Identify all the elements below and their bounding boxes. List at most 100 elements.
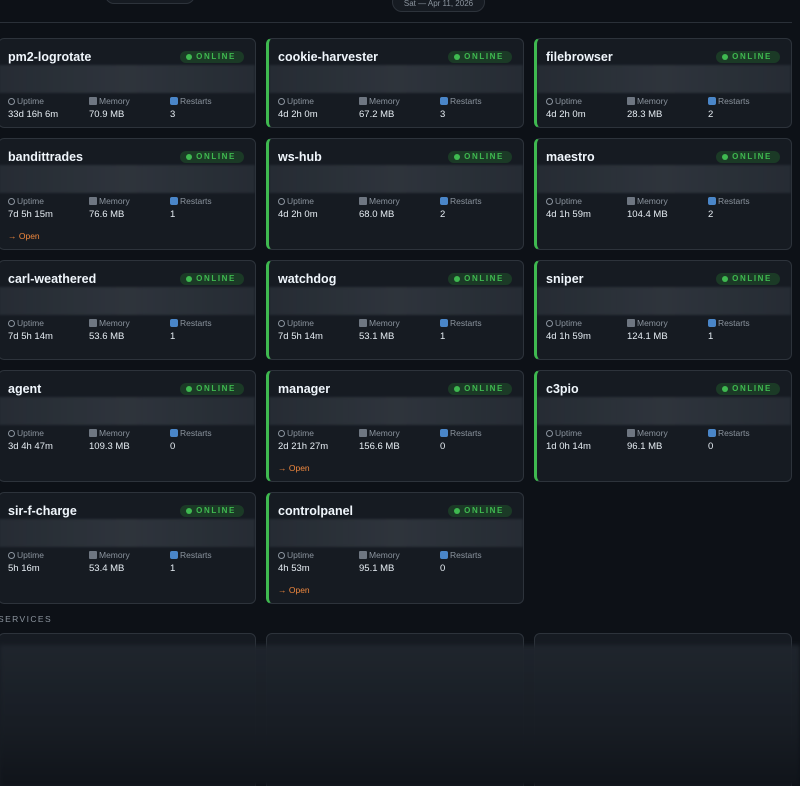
process-card[interactable]: ws-hub ONLINE Uptime 4d 2h 0m Memory 68.0 MB R… bbox=[266, 138, 524, 250]
restarts-label: Restarts bbox=[180, 428, 212, 438]
process-name: carl-weathered bbox=[8, 272, 97, 286]
uptime-label: Uptime bbox=[17, 96, 44, 106]
process-card[interactable]: cookie-harvester ONLINE Uptime 4d 2h 0m Memo… bbox=[266, 38, 524, 128]
memory-value: 53.6 MB bbox=[89, 331, 125, 342]
floppy-disk-icon bbox=[359, 97, 367, 105]
process-card[interactable]: controlpanel ONLINE Uptime 4h 53m Memory 95.1… bbox=[266, 492, 524, 604]
clock-icon bbox=[546, 98, 553, 105]
restarts-stat: Restarts 1 bbox=[170, 318, 212, 342]
status-dot-icon bbox=[186, 386, 193, 392]
uptime-label: Uptime bbox=[287, 318, 314, 328]
status-dot-icon bbox=[454, 508, 461, 514]
process-name: agent bbox=[8, 382, 42, 396]
memory-stat: Memory 67.2 MB bbox=[359, 96, 400, 120]
status-text: ONLINE bbox=[732, 152, 772, 161]
status-badge: ONLINE bbox=[716, 383, 780, 395]
refresh-icon bbox=[440, 429, 448, 437]
restarts-value: 2 bbox=[708, 109, 714, 120]
process-card[interactable]: bandittrades ONLINE Uptime 7d 5h 15m Memory 7… bbox=[0, 138, 256, 250]
memory-stat: Memory 68.0 MB bbox=[359, 196, 400, 220]
uptime-stat: Uptime 7d 5h 14m bbox=[8, 318, 53, 342]
header-pill[interactable] bbox=[105, 0, 195, 4]
blurred-region bbox=[537, 65, 791, 93]
uptime-value: 4d 2h 0m bbox=[278, 109, 318, 120]
status-dot-icon bbox=[454, 386, 461, 392]
process-name: manager bbox=[278, 382, 331, 396]
status-text: ONLINE bbox=[464, 506, 504, 515]
status-text: ONLINE bbox=[196, 274, 236, 283]
memory-value: 28.3 MB bbox=[627, 109, 663, 120]
status-dot-icon bbox=[454, 54, 461, 60]
status-text: ONLINE bbox=[464, 384, 504, 393]
memory-value: 76.6 MB bbox=[89, 209, 125, 220]
process-card[interactable]: watchdog ONLINE Uptime 7d 5h 14m Memory 53.1 … bbox=[266, 260, 524, 360]
restarts-value: 2 bbox=[708, 209, 714, 220]
clock-icon bbox=[546, 320, 553, 327]
process-card[interactable]: agent ONLINE Uptime 3d 4h 47m Memory 109.3 MB… bbox=[0, 370, 256, 482]
process-card[interactable]: maestro ONLINE Uptime 4d 1h 59m Memory 104.4 … bbox=[534, 138, 792, 250]
memory-stat: Memory 53.6 MB bbox=[89, 318, 130, 342]
blurred-region bbox=[537, 165, 791, 193]
process-card[interactable]: sir-f-charge ONLINE Uptime 5h 16m Memory 53.4… bbox=[0, 492, 256, 604]
process-card[interactable]: pm2-logrotate ONLINE Uptime 33d 16h 6m Memor… bbox=[0, 38, 256, 128]
clock-icon bbox=[278, 98, 285, 105]
blurred-region bbox=[269, 287, 523, 315]
uptime-value: 1d 0h 14m bbox=[546, 441, 591, 452]
restarts-stat: Restarts 2 bbox=[440, 196, 482, 220]
process-stats: Uptime 7d 5h 15m Memory 76.6 MB Restarts 1 bbox=[8, 196, 248, 226]
blurred-region bbox=[537, 287, 791, 315]
clock-icon bbox=[8, 430, 15, 437]
floppy-disk-icon bbox=[89, 551, 97, 559]
process-card[interactable]: filebrowser ONLINE Uptime 4d 2h 0m Memory 28.… bbox=[534, 38, 792, 128]
memory-stat: Memory 76.6 MB bbox=[89, 196, 130, 220]
status-text: ONLINE bbox=[732, 274, 772, 283]
clock-icon bbox=[8, 198, 15, 205]
floppy-disk-icon bbox=[359, 551, 367, 559]
status-badge: ONLINE bbox=[716, 273, 780, 285]
status-dot-icon bbox=[722, 54, 729, 60]
process-name: controlpanel bbox=[278, 504, 354, 518]
memory-value: 104.4 MB bbox=[627, 209, 668, 220]
open-link[interactable]: → Open bbox=[278, 585, 310, 595]
restarts-value: 1 bbox=[170, 331, 176, 342]
status-dot-icon bbox=[186, 154, 193, 160]
restarts-label: Restarts bbox=[180, 96, 212, 106]
status-badge: ONLINE bbox=[448, 151, 512, 163]
process-stats: Uptime 4d 2h 0m Memory 28.3 MB Restarts 2 bbox=[546, 96, 786, 126]
memory-label: Memory bbox=[99, 96, 130, 106]
blurred-region bbox=[0, 287, 255, 315]
process-name: pm2-logrotate bbox=[8, 50, 92, 64]
process-stats: Uptime 7d 5h 14m Memory 53.6 MB Restarts 1 bbox=[8, 318, 248, 348]
memory-label: Memory bbox=[369, 96, 400, 106]
restarts-label: Restarts bbox=[180, 196, 212, 206]
memory-stat: Memory 104.4 MB bbox=[627, 196, 668, 220]
process-card[interactable]: sniper ONLINE Uptime 4d 1h 59m Memory 124.1 M… bbox=[534, 260, 792, 360]
restarts-stat: Restarts 1 bbox=[170, 196, 212, 220]
floppy-disk-icon bbox=[627, 319, 635, 327]
status-badge: ONLINE bbox=[180, 51, 244, 63]
status-badge: ONLINE bbox=[716, 151, 780, 163]
process-name: watchdog bbox=[278, 272, 337, 286]
memory-label: Memory bbox=[99, 318, 130, 328]
process-card[interactable]: c3pio ONLINE Uptime 1d 0h 14m Memory 96.1 MB R… bbox=[534, 370, 792, 482]
memory-label: Memory bbox=[99, 550, 130, 560]
process-stats: Uptime 5h 16m Memory 53.4 MB Restarts 1 bbox=[8, 550, 248, 580]
restarts-stat: Restarts 1 bbox=[708, 318, 750, 342]
process-card[interactable]: manager ONLINE Uptime 2d 21h 27m Memory 156.6… bbox=[266, 370, 524, 482]
process-stats: Uptime 3d 4h 47m Memory 109.3 MB Restarts 0 bbox=[8, 428, 248, 458]
uptime-stat: Uptime 2d 21h 27m bbox=[278, 428, 328, 452]
process-name: maestro bbox=[546, 150, 595, 164]
process-card[interactable]: carl-weathered ONLINE Uptime 7d 5h 14m Memor… bbox=[0, 260, 256, 360]
memory-label: Memory bbox=[637, 96, 668, 106]
memory-value: 124.1 MB bbox=[627, 331, 668, 342]
restarts-stat: Restarts 0 bbox=[440, 550, 482, 574]
restarts-label: Restarts bbox=[718, 428, 750, 438]
open-link[interactable]: → Open bbox=[8, 231, 40, 241]
floppy-disk-icon bbox=[89, 429, 97, 437]
open-link[interactable]: → Open bbox=[278, 463, 310, 473]
refresh-icon bbox=[708, 319, 716, 327]
uptime-label: Uptime bbox=[555, 428, 582, 438]
status-text: ONLINE bbox=[464, 274, 504, 283]
uptime-value: 33d 16h 6m bbox=[8, 109, 59, 120]
restarts-label: Restarts bbox=[718, 96, 750, 106]
